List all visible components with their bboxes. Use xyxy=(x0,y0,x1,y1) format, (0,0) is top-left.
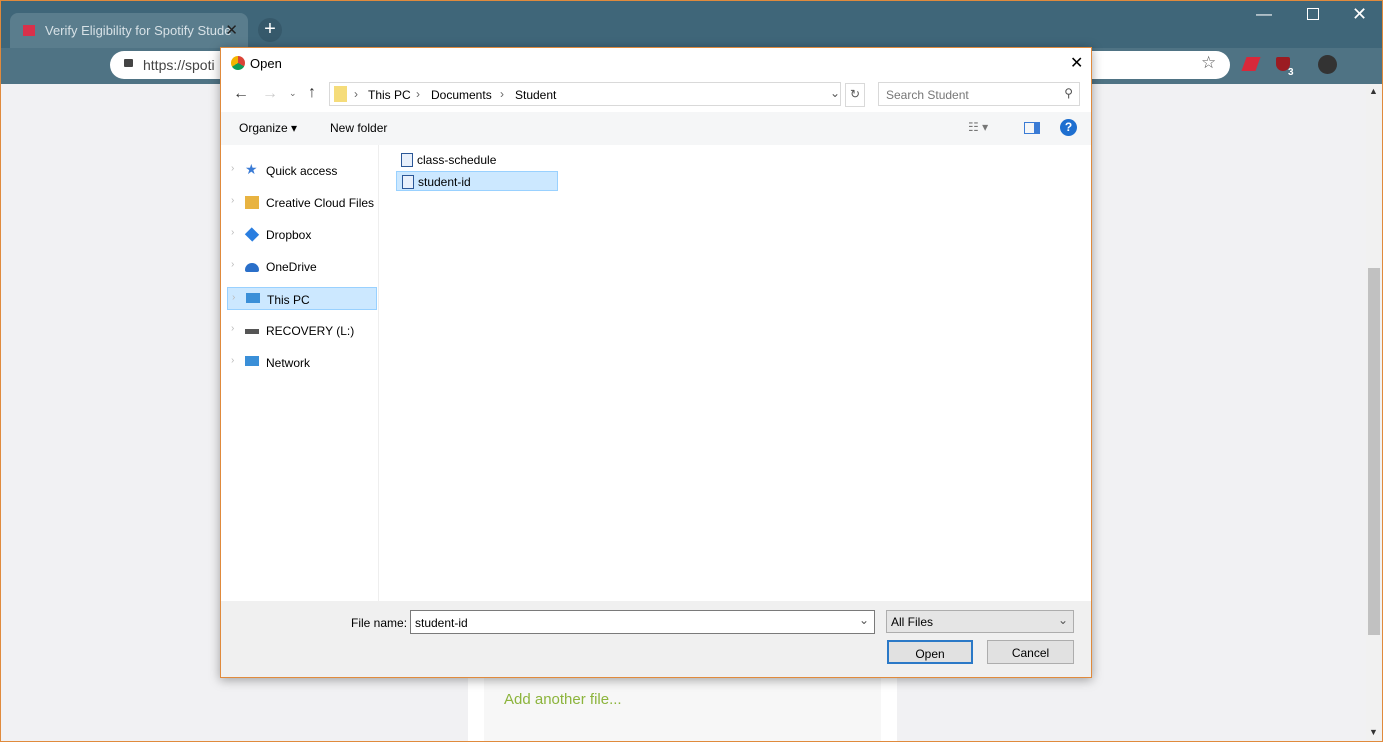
scroll-up-icon[interactable]: ▲ xyxy=(1369,86,1378,96)
nav-quick-access[interactable]: › ★ Quick access xyxy=(227,159,377,182)
nav-label: Creative Cloud Files xyxy=(266,196,375,210)
scrollbar-thumb[interactable] xyxy=(1368,268,1380,635)
file-item-selected[interactable]: student-id xyxy=(396,171,558,191)
recent-locations-icon[interactable]: ⌄ xyxy=(289,88,297,99)
nav-label: Network xyxy=(266,356,311,370)
new-folder-button[interactable]: New folder xyxy=(330,121,387,135)
nav-label: Dropbox xyxy=(266,228,312,242)
search-icon: ⚲ xyxy=(1064,86,1073,100)
file-name: class-schedule xyxy=(417,153,497,167)
file-name: student-id xyxy=(418,175,471,189)
nav-label: OneDrive xyxy=(266,260,317,274)
bookmark-star-icon[interactable]: ☆ xyxy=(1201,53,1216,73)
forward-icon[interactable]: → xyxy=(262,85,278,103)
view-options-icon[interactable]: ☷ ▾ xyxy=(968,120,988,134)
nav-dropbox[interactable]: › Dropbox xyxy=(227,223,377,246)
folder-icon xyxy=(334,86,347,102)
organize-menu[interactable]: Organize ▾ xyxy=(239,121,297,135)
nav-label: RECOVERY (L:) xyxy=(266,324,355,338)
preview-pane-icon[interactable] xyxy=(1024,122,1040,134)
close-tab-icon[interactable]: ✕ xyxy=(225,21,238,39)
open-button[interactable]: Open xyxy=(887,640,973,664)
dropbox-icon xyxy=(244,227,260,242)
dialog-footer: File name: student-id ⌄ All Files ⌄ Open… xyxy=(221,601,1091,677)
file-type-select[interactable]: All Files ⌄ xyxy=(886,610,1074,633)
browser-titlebar: Verify Eligibility for Spotify Stude ✕ +… xyxy=(0,0,1383,48)
network-icon xyxy=(245,356,259,366)
cancel-button[interactable]: Cancel xyxy=(987,640,1074,664)
profile-avatar[interactable] xyxy=(1318,55,1337,74)
file-name-label: File name: xyxy=(351,616,408,630)
computer-icon xyxy=(246,293,260,303)
tab-title: Verify Eligibility for Spotify Stude xyxy=(45,23,232,38)
file-item[interactable]: class-schedule xyxy=(396,150,558,170)
organize-label: Organize xyxy=(239,121,288,135)
scroll-down-icon[interactable]: ▼ xyxy=(1369,727,1378,737)
search-placeholder: Search Student xyxy=(886,88,969,102)
search-input[interactable]: Search Student ⚲ xyxy=(878,82,1080,106)
nav-recovery-drive[interactable]: › RECOVERY (L:) xyxy=(227,319,377,342)
nav-label: Quick access xyxy=(266,164,338,178)
dialog-close-icon[interactable]: ✕ xyxy=(1070,53,1083,73)
open-file-dialog: Open ✕ ← → ⌄ ↑ › This PC › Documents › S… xyxy=(220,47,1092,678)
maximize-icon[interactable] xyxy=(1307,8,1319,20)
file-name-input[interactable]: student-id ⌄ xyxy=(410,610,875,634)
nav-network[interactable]: › Network xyxy=(227,351,377,374)
file-name-value: student-id xyxy=(415,616,468,630)
browser-tab[interactable]: Verify Eligibility for Spotify Stude ✕ xyxy=(10,13,248,48)
back-icon[interactable]: ← xyxy=(233,85,249,103)
document-icon xyxy=(402,175,414,189)
refresh-icon[interactable]: ↻ xyxy=(845,83,865,107)
breadcrumb-this-pc[interactable]: This PC xyxy=(368,88,411,102)
minimize-icon[interactable]: — xyxy=(1256,6,1272,24)
star-icon: ★ xyxy=(245,161,258,177)
breadcrumb[interactable]: › This PC › Documents › Student ⌄ xyxy=(329,82,841,106)
upload-box xyxy=(484,678,881,742)
close-window-icon[interactable]: ✕ xyxy=(1352,4,1367,25)
navigation-pane: › ★ Quick access › Creative Cloud Files › Dr… xyxy=(221,145,379,601)
chevron-down-icon: ⌄ xyxy=(1057,613,1068,627)
nav-creative-cloud[interactable]: › Creative Cloud Files xyxy=(227,191,377,214)
nav-label: This PC xyxy=(267,293,310,307)
dialog-title: Open xyxy=(250,56,282,71)
drive-icon xyxy=(245,329,259,334)
address-dropdown-icon[interactable]: ⌄ xyxy=(830,86,840,100)
breadcrumb-student[interactable]: Student xyxy=(515,88,556,102)
lock-icon xyxy=(124,59,133,67)
nav-onedrive[interactable]: › OneDrive xyxy=(227,255,377,278)
site-favicon xyxy=(23,25,35,36)
creative-cloud-icon xyxy=(245,196,259,209)
file-type-value: All Files xyxy=(891,615,934,629)
breadcrumb-documents[interactable]: Documents xyxy=(431,88,492,102)
help-icon[interactable]: ? xyxy=(1060,119,1077,136)
new-tab-button[interactable]: + xyxy=(258,18,282,42)
document-icon xyxy=(401,153,413,167)
command-bar: Organize ▾ New folder ☷ ▾ ? xyxy=(221,112,1091,145)
onedrive-icon xyxy=(245,263,259,272)
chevron-down-icon[interactable]: ⌄ xyxy=(859,613,869,627)
url-text: https://spoti xyxy=(143,57,215,73)
extension-badge: 3 xyxy=(1288,67,1294,78)
nav-this-pc[interactable]: › This PC xyxy=(227,287,377,310)
chrome-icon xyxy=(231,56,245,70)
up-icon[interactable]: ↑ xyxy=(308,84,316,102)
add-another-file-link[interactable]: Add another file... xyxy=(504,691,622,708)
